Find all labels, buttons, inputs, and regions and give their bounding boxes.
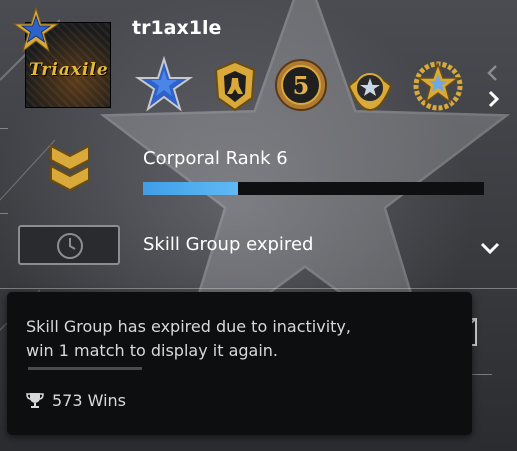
skill-group-tooltip: Skill Group has expired due to inactivit… <box>7 292 472 435</box>
trophy-icon <box>26 393 44 408</box>
left-divider-top <box>0 128 8 129</box>
xp-progress-fill <box>143 182 239 195</box>
avatar[interactable]: Triaxile <box>12 6 111 108</box>
clock-icon <box>57 233 83 259</box>
skill-group-badge[interactable] <box>18 225 120 265</box>
rank-label: Corporal Rank 6 <box>143 148 288 169</box>
username[interactable]: tr1ax1le <box>132 17 221 39</box>
avatar-text: Triaxile <box>29 60 109 80</box>
corporal-rank-chevron-icon <box>50 144 90 192</box>
coin-number: 5 <box>293 71 310 100</box>
tooltip-message-line1: Skill Group has expired due to inactivit… <box>26 317 351 336</box>
wins-count: 573 Wins <box>26 390 126 410</box>
skill-group-label: Skill Group expired <box>143 234 314 255</box>
gold-star-wreath-medal-icon[interactable] <box>409 56 467 114</box>
prev-medals-chevron-icon[interactable] <box>482 62 504 84</box>
lower-divider <box>472 374 492 375</box>
blue-star-badge-icon <box>12 6 60 53</box>
next-medals-chevron-icon[interactable] <box>482 88 504 110</box>
wins-text: 573 Wins <box>52 390 127 410</box>
gold-soldier-medal-icon[interactable] <box>206 56 264 114</box>
blue-star-medal-icon[interactable] <box>135 56 193 114</box>
left-divider-middle <box>0 213 8 214</box>
xp-progress-bar <box>143 182 484 195</box>
chevron-down-icon[interactable] <box>478 240 502 256</box>
tooltip-divider <box>28 367 142 370</box>
tooltip-message-line2: win 1 match to display it again. <box>26 341 278 360</box>
five-year-coin-icon[interactable]: 5 <box>272 56 330 114</box>
silver-star-medal-icon[interactable] <box>341 56 399 114</box>
section-divider <box>0 288 517 289</box>
